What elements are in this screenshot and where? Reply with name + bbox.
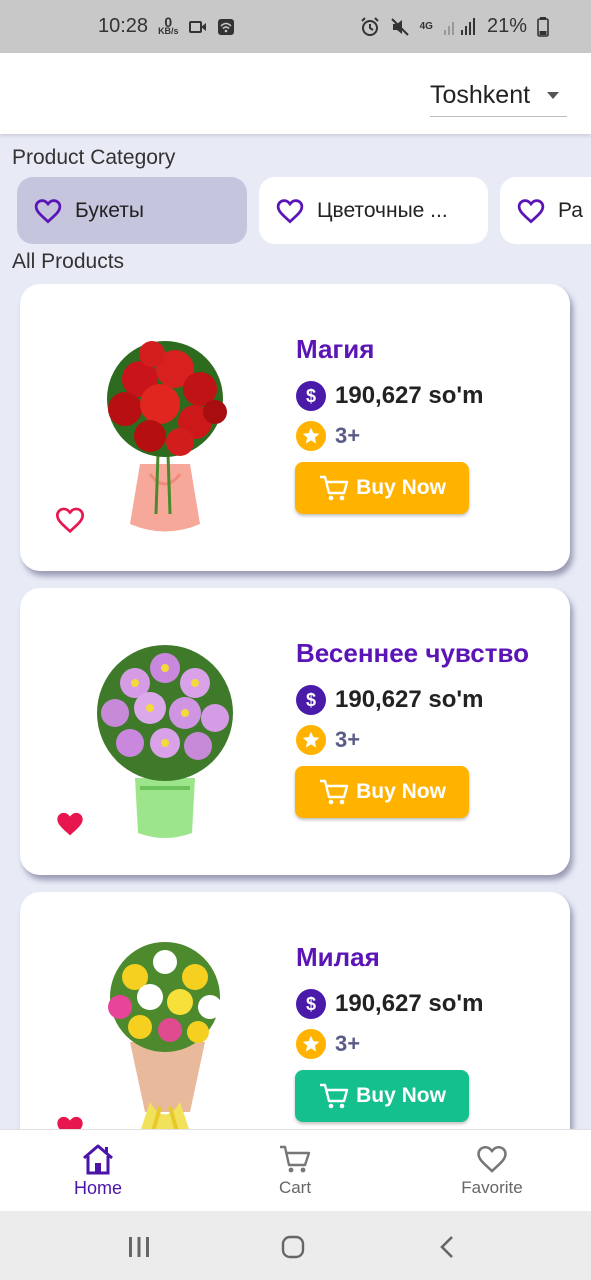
product-price: 190,627 so'm [335, 990, 484, 1017]
battery-percent: 21% [486, 15, 527, 37]
home-icon [83, 1144, 113, 1175]
product-title: Магия [296, 334, 375, 364]
heart-filled-icon[interactable] [54, 1112, 86, 1129]
buy-now-button[interactable]: Buy Now [295, 462, 469, 514]
app-header: Toshkent [0, 53, 591, 134]
nav-cart-label: Cart [278, 1178, 312, 1197]
heart-outline-icon[interactable] [54, 504, 86, 536]
heart-filled-icon[interactable] [54, 808, 86, 840]
product-rating: 3+ [335, 423, 361, 448]
nav-favorite[interactable]: Favorite [432, 1142, 552, 1198]
network-speed: 0 KB/s [158, 13, 179, 36]
rating-row: 3+ [296, 421, 360, 451]
network-type: 4G [419, 21, 433, 32]
dollar-icon: $ [296, 381, 326, 411]
cart-icon [320, 779, 349, 805]
signal-icon [443, 17, 475, 35]
heart-outline-icon [34, 198, 62, 224]
price-row: $ 190,627 so'm [296, 685, 483, 715]
heart-outline-icon [276, 198, 304, 224]
chevron-down-icon [547, 92, 559, 99]
category-list[interactable]: Букеты Цветочные ... Ра [17, 177, 591, 245]
city-dropdown[interactable]: Toshkent [430, 75, 567, 117]
system-navigation-bar [0, 1211, 591, 1280]
dollar-icon: $ [296, 989, 326, 1019]
city-value: Toshkent [430, 81, 531, 109]
product-card[interactable]: Весеннее чувство $ 190,627 so'm 3+ Buy N… [20, 588, 570, 875]
product-rating: 3+ [335, 727, 361, 752]
buy-now-label: Buy Now [356, 476, 446, 499]
status-bar: 10:28 0 KB/s 4G 21% [0, 0, 591, 53]
all-products-title: All Products [12, 250, 125, 273]
mute-icon [390, 17, 409, 36]
buy-now-label: Buy Now [356, 1084, 446, 1107]
buy-now-button[interactable]: Buy Now [295, 1070, 469, 1122]
category-label: Цветочные ... [317, 198, 448, 222]
recent-apps-icon[interactable] [128, 1236, 150, 1258]
bottom-navigation: Home Cart Favorite [0, 1129, 591, 1211]
status-time: 10:28 [98, 15, 149, 37]
product-card[interactable]: Магия $ 190,627 so'm 3+ Buy Now [20, 284, 570, 571]
battery-icon [537, 16, 549, 37]
category-chip-flower[interactable]: Цветочные ... [259, 177, 488, 244]
cart-icon [320, 1083, 349, 1109]
nav-home[interactable]: Home [38, 1142, 158, 1199]
dollar-icon: $ [296, 685, 326, 715]
product-card[interactable]: Милая $ 190,627 so'm 3+ Buy Now [20, 892, 570, 1129]
alarm-icon [360, 16, 379, 36]
mixed-bouquet-image [108, 942, 222, 1129]
product-price: 190,627 so'm [335, 382, 484, 409]
video-icon [188, 20, 206, 33]
category-chip-buket[interactable]: Букеты [17, 177, 247, 244]
rating-row: 3+ [296, 725, 360, 755]
star-icon [296, 725, 326, 755]
home-system-icon[interactable] [281, 1235, 305, 1259]
star-icon [296, 421, 326, 451]
product-price: 190,627 so'm [335, 686, 484, 713]
heart-outline-icon [477, 1145, 507, 1173]
category-label: Ра [558, 198, 583, 222]
cart-icon [320, 475, 349, 501]
heart-outline-icon [517, 198, 545, 224]
product-rating: 3+ [335, 1031, 361, 1056]
cart-icon [280, 1145, 311, 1173]
product-title: Милая [296, 942, 380, 972]
price-row: $ 190,627 so'm [296, 381, 483, 411]
price-row: $ 190,627 so'm [296, 989, 483, 1019]
product-list[interactable]: Магия $ 190,627 so'm 3+ Buy Now Весеннее… [0, 284, 591, 1129]
nav-home-label: Home [73, 1178, 122, 1198]
buy-now-button[interactable]: Buy Now [295, 766, 469, 818]
nav-cart[interactable]: Cart [235, 1142, 355, 1198]
category-label: Букеты [75, 198, 144, 222]
star-icon [296, 1029, 326, 1059]
rating-row: 3+ [296, 1029, 360, 1059]
category-section-title: Product Category [12, 146, 176, 169]
wifi-box-icon [217, 18, 234, 35]
nav-favorite-label: Favorite [461, 1178, 523, 1197]
red-bouquet-image [107, 341, 227, 532]
back-icon[interactable] [438, 1235, 456, 1259]
category-chip-third[interactable]: Ра [500, 177, 591, 244]
pink-bouquet-image [97, 645, 233, 838]
buy-now-label: Buy Now [356, 780, 446, 803]
product-title: Весеннее чувство [296, 638, 529, 668]
